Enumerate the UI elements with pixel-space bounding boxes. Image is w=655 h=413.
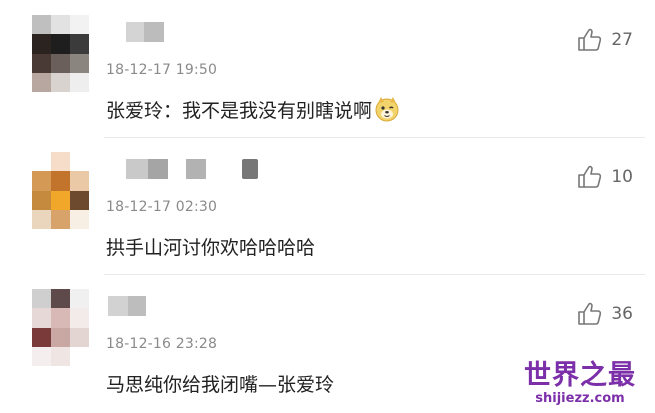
username-mosaic[interactable]: [108, 296, 168, 316]
thumbs-up-icon: [577, 165, 603, 189]
thumbs-up-icon: [577, 302, 603, 326]
site-watermark: 世界之最 shijiezz.com: [515, 361, 645, 407]
doge-emoji-icon: [374, 96, 400, 122]
comment-item: 18-12-17 02:30 拱手山河讨你欢哈哈哈哈 10: [0, 137, 655, 274]
comment-timestamp: 18-12-17 02:30: [106, 199, 218, 215]
avatar[interactable]: [32, 289, 89, 366]
watermark-title: 世界之最: [524, 360, 636, 391]
avatar[interactable]: [32, 152, 89, 229]
like-button[interactable]: 27: [577, 28, 633, 52]
like-count: 10: [611, 167, 633, 187]
watermark-url: shijiezz.com: [535, 391, 625, 406]
comment-timestamp: 18-12-17 19:50: [106, 62, 218, 78]
thumbs-up-icon: [577, 28, 603, 52]
comment-timestamp: 18-12-16 23:28: [106, 336, 218, 352]
like-count: 27: [611, 30, 633, 50]
like-button[interactable]: 36: [577, 302, 633, 326]
username-mosaic[interactable]: [108, 159, 268, 179]
like-count: 36: [611, 304, 633, 324]
username-mosaic[interactable]: [108, 22, 168, 42]
avatar[interactable]: [32, 15, 89, 92]
like-button[interactable]: 10: [577, 165, 633, 189]
comment-item: 18-12-17 19:50 张爱玲：我不是我没有别瞎说啊 27: [0, 0, 655, 137]
comment-text: 张爱玲：我不是我没有别瞎说啊: [106, 96, 400, 123]
comment-text: 马思纯你给我闭嘴—张爱玲: [106, 374, 335, 396]
comment-text: 拱手山河讨你欢哈哈哈哈: [106, 237, 316, 259]
